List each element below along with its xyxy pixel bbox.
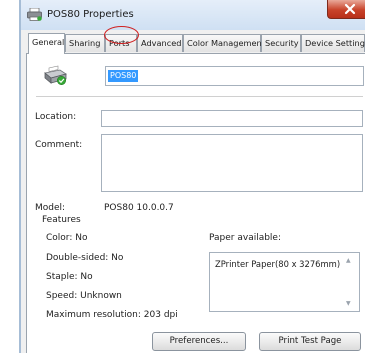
separator bbox=[36, 96, 363, 97]
feature-max-resolution: Maximum resolution: 203 dpi bbox=[46, 310, 178, 320]
close-icon bbox=[344, 3, 356, 15]
print-test-page-button[interactable]: Print Test Page bbox=[259, 332, 361, 351]
feature-color: Color: No bbox=[46, 233, 88, 243]
ports-tab-highlight bbox=[104, 26, 139, 44]
tab-sharing[interactable]: Sharing bbox=[65, 34, 105, 52]
close-button[interactable] bbox=[327, 0, 365, 19]
tab-security[interactable]: Security bbox=[261, 34, 301, 52]
feature-staple: Staple: No bbox=[46, 272, 93, 282]
printer-name-value: POS80 bbox=[108, 70, 139, 82]
paper-list-item[interactable]: ZPrinter Paper(80 x 3276mm) bbox=[215, 259, 340, 269]
printer-icon bbox=[27, 8, 42, 21]
feature-double-sided: Double-sided: No bbox=[46, 253, 124, 263]
comment-label: Comment: bbox=[35, 140, 83, 150]
features-title: Features bbox=[41, 215, 82, 225]
tab-advanced[interactable]: Advanced bbox=[137, 34, 183, 52]
printer-large-icon bbox=[44, 65, 67, 85]
general-panel: POS80 Location: Comment: Model: POS80 10… bbox=[26, 53, 365, 353]
scroll-down-icon[interactable]: ▼ bbox=[346, 300, 351, 307]
background-edge bbox=[0, 0, 20, 353]
paper-list[interactable]: ZPrinter Paper(80 x 3276mm) ▲ ▼ bbox=[209, 252, 360, 312]
model-label: Model: bbox=[35, 203, 66, 213]
tab-device-settings[interactable]: Device Settings bbox=[301, 34, 365, 52]
window-title: POS80 Properties bbox=[47, 9, 134, 20]
comment-input[interactable] bbox=[101, 134, 363, 192]
location-input[interactable] bbox=[101, 110, 363, 127]
location-label: Location: bbox=[35, 112, 77, 122]
tab-color-management[interactable]: Color Management bbox=[183, 34, 265, 52]
properties-window: POS80 Properties General Sharing Ports A… bbox=[21, 0, 365, 353]
scroll-up-icon[interactable]: ▲ bbox=[346, 257, 351, 264]
model-value: POS80 10.0.0.7 bbox=[104, 203, 174, 213]
title-bar[interactable]: POS80 Properties bbox=[21, 0, 365, 30]
preferences-button[interactable]: Preferences... bbox=[152, 332, 246, 351]
feature-speed: Speed: Unknown bbox=[46, 291, 122, 301]
tab-general[interactable]: General bbox=[28, 33, 65, 54]
printer-name-input[interactable]: POS80 bbox=[105, 66, 364, 86]
paper-available-label: Paper available: bbox=[209, 233, 282, 243]
